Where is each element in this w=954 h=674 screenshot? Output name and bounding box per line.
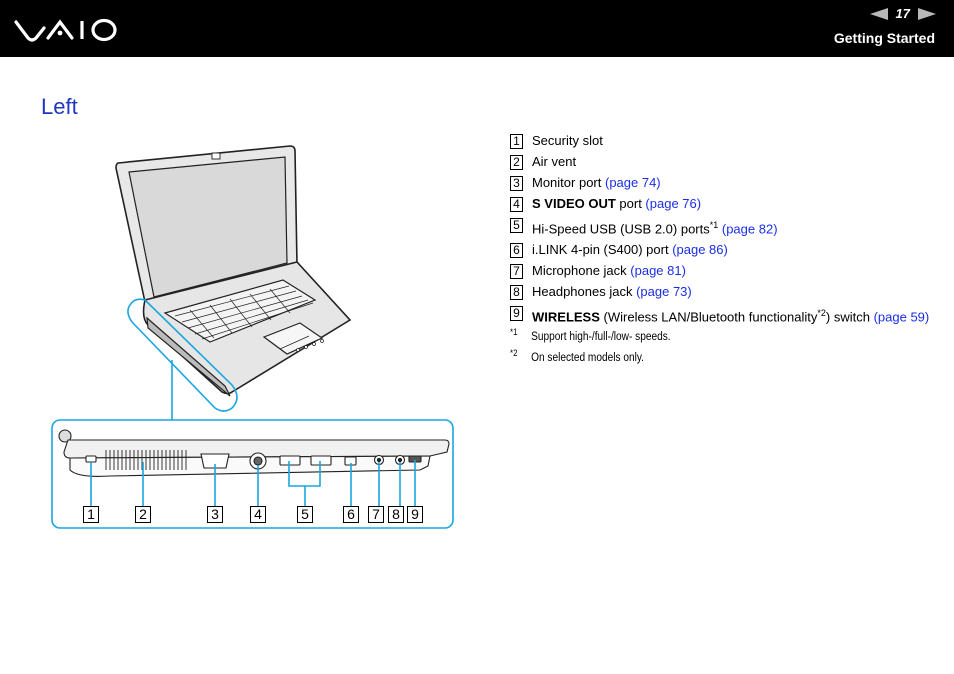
legend-item: 7 Microphone jack (page 81): [510, 263, 930, 280]
legend-bold-label: S VIDEO OUT: [532, 196, 616, 211]
legend-text: i.LINK 4-pin (S400) port (page 86): [532, 242, 930, 258]
legend-number: 2: [510, 155, 523, 170]
legend-description: Security slot: [532, 133, 603, 148]
callout-2: 2: [135, 506, 151, 523]
laptop-perspective-drawing: [115, 145, 352, 397]
legend-description: Headphones jack: [532, 284, 637, 300]
legend-number: 3: [510, 176, 523, 191]
legend-item: 3 Monitor port (page 74): [510, 175, 930, 191]
legend-number: 8: [510, 285, 523, 301]
page-link[interactable]: (page 73): [636, 284, 692, 299]
callout-9: 9: [407, 506, 423, 523]
footnote-mark: *1: [510, 326, 518, 337]
legend-text: S VIDEO OUT port (page 76): [532, 196, 930, 212]
legend-description: Microphone jack: [532, 263, 631, 279]
page-link[interactable]: (page 81): [630, 263, 686, 278]
legend-description: i.LINK 4-pin (S400) port: [532, 242, 673, 258]
legend-item: 1 Security slot: [510, 133, 930, 149]
footnote-text: Support high-/full-/low- speeds.: [531, 330, 671, 343]
legend-number: 7: [510, 264, 523, 280]
legend-item: 4 S VIDEO OUT port (page 76): [510, 196, 930, 212]
legend-description: (Wireless LAN/Bluetooth functionality: [599, 309, 818, 325]
footnote-ref: *2: [817, 308, 826, 319]
page-link[interactable]: (page 74): [605, 175, 661, 190]
legend-item: 8 Headphones jack (page 73): [510, 284, 930, 301]
legend-text: Hi-Speed USB (USB 2.0) ports*1 (page 82): [532, 217, 930, 237]
legend-description: Monitor port: [532, 175, 605, 190]
footnote-mark: *2: [510, 347, 518, 358]
page-link[interactable]: (page 76): [645, 196, 701, 211]
legend-number: 5: [510, 218, 523, 233]
legend-text: Security slot: [532, 133, 930, 149]
footnote-ref: *1: [709, 220, 719, 230]
legend-description-cont: ) switch: [825, 309, 874, 325]
callout-7: 7: [368, 506, 384, 523]
port-legend: 1 Security slot 2 Air vent 3 Monitor port (pa…: [510, 133, 930, 373]
footnotes: *1 Support high-/full-/low- speeds. *2 On s…: [510, 327, 930, 364]
callout-4: 4: [250, 506, 266, 523]
legend-text: Air vent: [532, 154, 930, 170]
footnote: *1 Support high-/full-/low- speeds.: [510, 327, 880, 343]
legend-description: Hi-Speed USB (USB 2.0) ports: [532, 221, 710, 237]
legend-description: port: [615, 196, 646, 211]
footnote-text: On selected models only.: [531, 351, 645, 364]
legend-text: Headphones jack (page 73): [532, 284, 930, 300]
page-link[interactable]: (page 86): [672, 242, 728, 257]
callout-3: 3: [207, 506, 223, 523]
legend-item: 6 i.LINK 4-pin (S400) port (page 86): [510, 242, 930, 259]
legend-text: Microphone jack (page 81): [532, 263, 930, 279]
callout-6: 6: [343, 506, 359, 523]
callout-5: 5: [297, 506, 313, 523]
page-link[interactable]: (page 59): [874, 310, 930, 325]
legend-number: 9: [510, 306, 523, 322]
legend-item: 2 Air vent: [510, 154, 930, 170]
legend-description: Air vent: [532, 154, 577, 169]
page-link[interactable]: (page 82): [722, 221, 778, 236]
callout-1: 1: [83, 506, 99, 523]
legend-text: WIRELESS (Wireless LAN/Bluetooth functio…: [532, 305, 930, 325]
legend-number: 4: [510, 197, 523, 212]
legend-text: Monitor port (page 74): [532, 175, 930, 191]
legend-item: 5 Hi-Speed USB (USB 2.0) ports*1 (page 82…: [510, 217, 930, 237]
legend-number: 6: [510, 243, 523, 259]
callout-8: 8: [388, 506, 404, 523]
legend-number: 1: [510, 134, 523, 149]
legend-bold-label: WIRELESS: [532, 309, 600, 325]
legend-item: 9 WIRELESS (Wireless LAN/Bluetooth functi…: [510, 305, 930, 325]
footnote: *2 On selected models only.: [510, 348, 880, 364]
